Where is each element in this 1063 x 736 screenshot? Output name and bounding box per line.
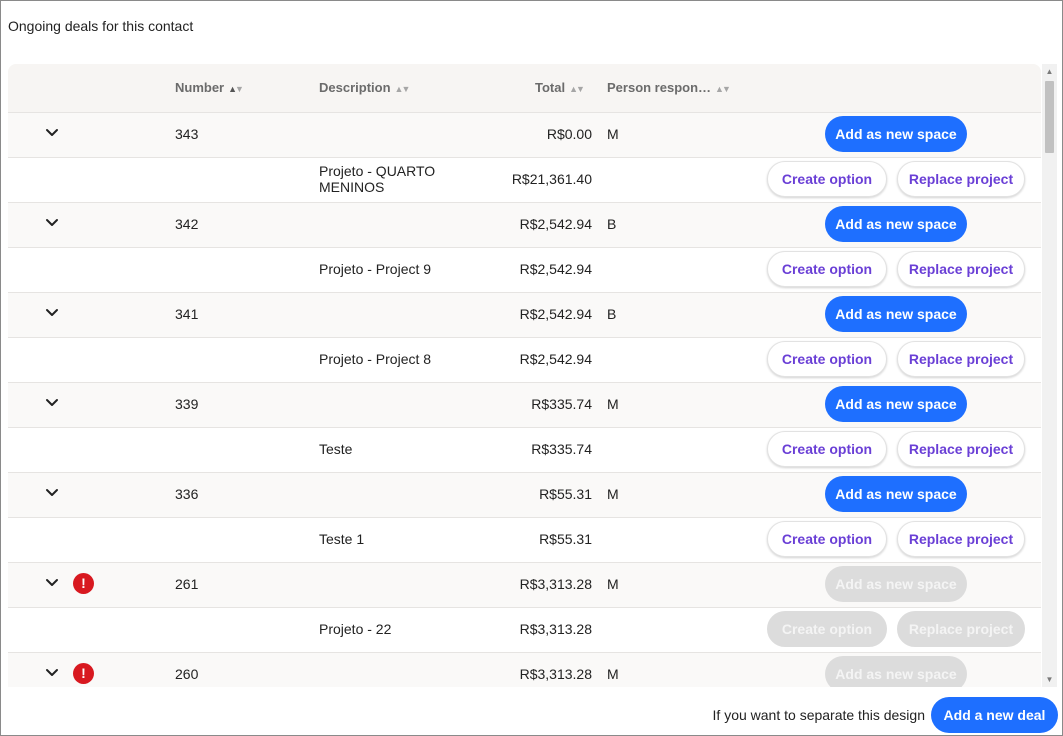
warning-icon: ! bbox=[73, 663, 94, 684]
chevron-down-icon[interactable] bbox=[44, 664, 60, 680]
deal-number: 342 bbox=[175, 216, 199, 232]
chevron-down-icon[interactable] bbox=[44, 394, 60, 410]
replace-project-button[interactable]: Replace project bbox=[897, 521, 1025, 557]
deal-number: 260 bbox=[175, 666, 199, 682]
create-option-button[interactable]: Create option bbox=[767, 611, 887, 647]
project-description: Projeto - Project 9 bbox=[319, 261, 432, 277]
column-number-header[interactable]: Number ▲▼ bbox=[175, 80, 244, 95]
create-option-button[interactable]: Create option bbox=[767, 431, 887, 467]
deal-number: 339 bbox=[175, 396, 199, 412]
column-total-label: Total bbox=[535, 80, 566, 95]
scrollbar-thumb[interactable] bbox=[1045, 81, 1054, 153]
deal-person: B bbox=[607, 216, 617, 232]
add-as-new-space-button[interactable]: Add as new space bbox=[825, 116, 967, 152]
sort-icon: ▲▼ bbox=[569, 84, 585, 94]
deals-table: Number ▲▼ Description ▲▼ Total ▲▼ Person re… bbox=[8, 64, 1041, 687]
replace-project-button[interactable]: Replace project bbox=[897, 431, 1025, 467]
deal-total: R$335.74 bbox=[531, 396, 592, 412]
deal-total: R$3,313.28 bbox=[519, 666, 592, 682]
replace-project-button[interactable]: Replace project bbox=[897, 341, 1025, 377]
project-total: R$55.31 bbox=[539, 531, 592, 547]
deal-number: 261 bbox=[175, 576, 199, 592]
panel-heading: Ongoing deals for this contact bbox=[8, 18, 194, 34]
deal-row: 341 R$2,542.94 B Add as new space bbox=[8, 293, 1041, 338]
project-total: R$3,313.28 bbox=[519, 621, 592, 637]
replace-project-button[interactable]: Replace project bbox=[897, 161, 1025, 197]
create-option-button[interactable]: Create option bbox=[767, 161, 887, 197]
deal-total: R$0.00 bbox=[546, 126, 592, 142]
add-as-new-space-button[interactable]: Add as new space bbox=[825, 566, 967, 602]
deal-total: R$2,542.94 bbox=[519, 216, 592, 232]
deal-person: M bbox=[607, 126, 619, 142]
arrow-down-icon[interactable]: ▼ bbox=[1042, 672, 1057, 687]
chevron-down-icon[interactable] bbox=[44, 574, 60, 590]
project-total: R$21,361.40 bbox=[511, 171, 592, 187]
create-option-button[interactable]: Create option bbox=[767, 521, 887, 557]
column-description-header[interactable]: Description ▲▼ bbox=[319, 80, 411, 95]
add-as-new-space-button[interactable]: Add as new space bbox=[825, 386, 967, 422]
project-row: Teste 1 R$55.31 Create option Replace proje… bbox=[8, 518, 1041, 563]
chevron-down-icon[interactable] bbox=[44, 124, 60, 140]
create-option-button[interactable]: Create option bbox=[767, 251, 887, 287]
sort-icon: ▲▼ bbox=[715, 84, 731, 94]
add-as-new-space-button[interactable]: Add as new space bbox=[825, 206, 967, 242]
deal-number: 343 bbox=[175, 126, 199, 142]
deal-person: M bbox=[607, 576, 619, 592]
deal-number: 336 bbox=[175, 486, 199, 502]
project-total: R$2,542.94 bbox=[519, 351, 592, 367]
arrow-up-icon[interactable]: ▲ bbox=[1042, 64, 1057, 79]
deal-total: R$55.31 bbox=[539, 486, 592, 502]
create-option-button[interactable]: Create option bbox=[767, 341, 887, 377]
footer-hint: If you want to separate this design bbox=[712, 707, 925, 723]
deal-person: B bbox=[607, 306, 617, 322]
column-person-header[interactable]: Person respon… ▲▼ bbox=[607, 80, 731, 95]
deal-row: ! 261 R$3,313.28 M Add as new space bbox=[8, 563, 1041, 608]
project-description: Teste 1 bbox=[319, 531, 365, 547]
chevron-down-icon[interactable] bbox=[44, 214, 60, 230]
add-as-new-space-button[interactable]: Add as new space bbox=[825, 296, 967, 332]
chevron-down-icon[interactable] bbox=[44, 304, 60, 320]
project-description: Projeto - Project 8 bbox=[319, 351, 432, 367]
add-as-new-space-button[interactable]: Add as new space bbox=[825, 476, 967, 512]
project-total: R$335.74 bbox=[531, 441, 592, 457]
column-number-label: Number bbox=[175, 80, 225, 95]
add-new-deal-button[interactable]: Add a new deal bbox=[931, 697, 1058, 733]
replace-project-button[interactable]: Replace project bbox=[897, 611, 1025, 647]
sort-icon: ▲▼ bbox=[228, 84, 244, 94]
project-total: R$2,542.94 bbox=[519, 261, 592, 277]
add-as-new-space-button[interactable]: Add as new space bbox=[825, 656, 967, 687]
deal-row: 339 R$335.74 M Add as new space bbox=[8, 383, 1041, 428]
deal-person: M bbox=[607, 396, 619, 412]
table-body: 343 R$0.00 M Add as new space Projeto - QUAR… bbox=[8, 113, 1041, 687]
project-row: Projeto - Project 9 R$2,542.94 Create opti… bbox=[8, 248, 1041, 293]
project-row: Teste R$335.74 Create option Replace projec… bbox=[8, 428, 1041, 473]
project-description: Projeto - QUARTO MENINOS bbox=[319, 163, 436, 195]
vertical-scrollbar[interactable]: ▲ ▼ bbox=[1042, 64, 1057, 687]
project-description: Projeto - 22 bbox=[319, 621, 392, 637]
column-person-label: Person respon… bbox=[607, 80, 712, 95]
column-total-header[interactable]: Total ▲▼ bbox=[535, 80, 585, 95]
column-description-label: Description bbox=[319, 80, 391, 95]
project-row: Projeto - Project 8 R$2,542.94 Create opti… bbox=[8, 338, 1041, 383]
deal-number: 341 bbox=[175, 306, 199, 322]
deal-total: R$2,542.94 bbox=[519, 306, 592, 322]
replace-project-button[interactable]: Replace project bbox=[897, 251, 1025, 287]
sort-icon: ▲▼ bbox=[394, 84, 411, 94]
deal-total: R$3,313.28 bbox=[519, 576, 592, 592]
chevron-down-icon[interactable] bbox=[44, 484, 60, 500]
warning-icon: ! bbox=[73, 573, 94, 594]
project-description: Teste bbox=[319, 441, 353, 457]
deal-person: M bbox=[607, 666, 619, 682]
deal-person: M bbox=[607, 486, 619, 502]
deal-row: 343 R$0.00 M Add as new space bbox=[8, 113, 1041, 158]
table-header: Number ▲▼ Description ▲▼ Total ▲▼ Person re… bbox=[8, 64, 1041, 113]
project-row: Projeto - QUARTO MENINOS R$21,361.40 Creat… bbox=[8, 158, 1041, 203]
project-row: Projeto - 22 R$3,313.28 Create option Repla… bbox=[8, 608, 1041, 653]
deals-panel: Ongoing deals for this contact Number ▲▼ … bbox=[0, 0, 1063, 736]
deal-row: 336 R$55.31 M Add as new space bbox=[8, 473, 1041, 518]
deal-row: 342 R$2,542.94 B Add as new space bbox=[8, 203, 1041, 248]
deal-row: ! 260 R$3,313.28 M Add as new space bbox=[8, 653, 1041, 687]
